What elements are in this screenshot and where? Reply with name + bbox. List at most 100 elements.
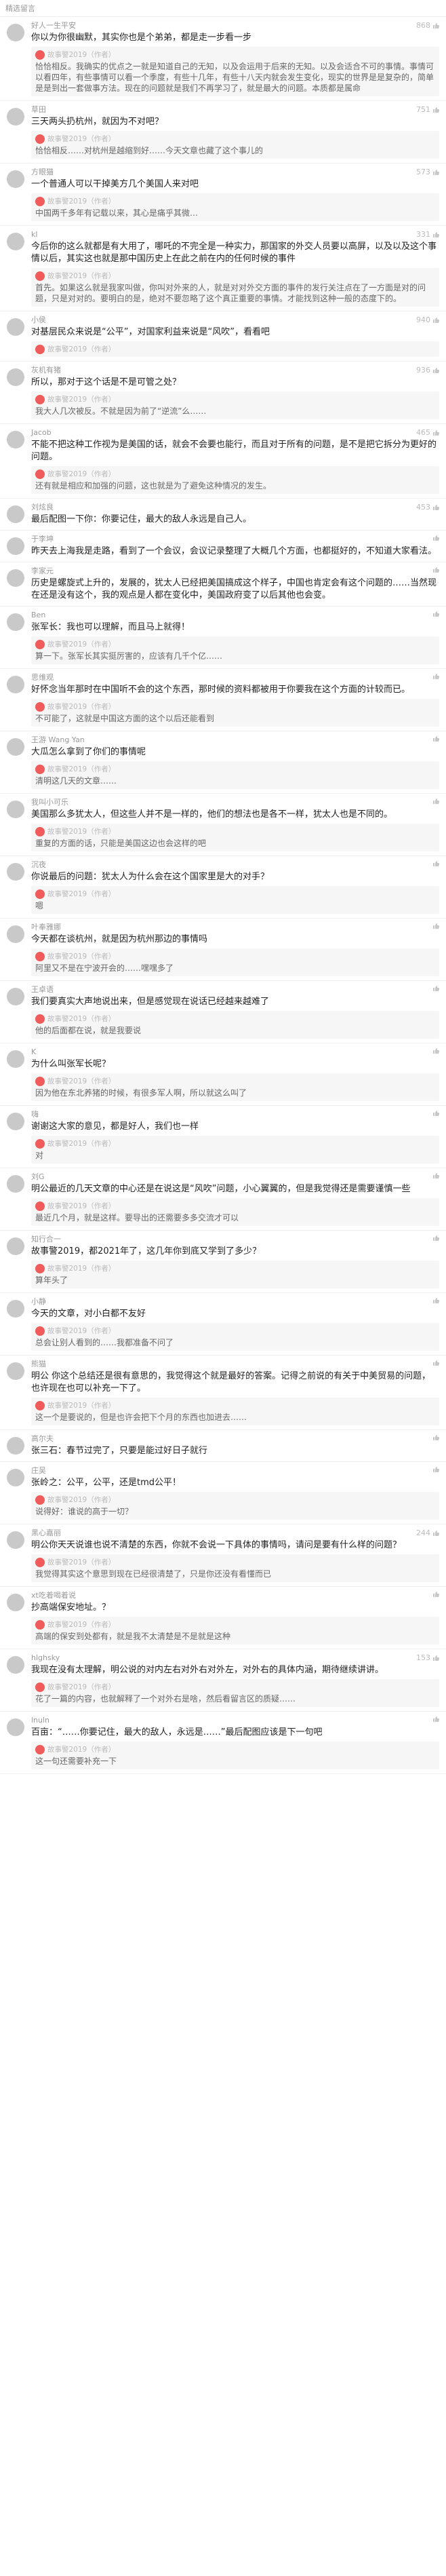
comment-author[interactable]: 我叫小可乐 — [31, 798, 439, 807]
comment-author[interactable]: 草田 — [31, 105, 439, 115]
like-button[interactable]: 465 — [416, 428, 439, 437]
avatar[interactable] — [7, 925, 24, 943]
avatar[interactable] — [7, 368, 24, 386]
comment-author[interactable]: 李家元 — [31, 566, 439, 576]
avatar[interactable] — [7, 318, 24, 336]
avatar[interactable] — [7, 1594, 24, 1611]
avatar[interactable] — [7, 988, 24, 1005]
comment-author[interactable]: 好人一生平安 — [31, 21, 439, 31]
reply-text: 我觉得其实这个意思到现在已经很清楚了，只是你还没有看懂而已 — [35, 1569, 272, 1579]
comment-author[interactable]: 王卓语 — [31, 985, 439, 995]
like-button[interactable] — [430, 985, 439, 992]
avatar[interactable] — [7, 613, 24, 631]
comment-author[interactable]: 王游 Wang Yan — [31, 735, 439, 745]
reply-text: 还有就是相应和加强的问题，这也就是为了避免这种情况的发生。 — [35, 481, 272, 491]
comment-author[interactable]: 思维观 — [31, 673, 439, 683]
comment-author[interactable]: 叶奉雅娜 — [31, 923, 439, 932]
avatar[interactable] — [7, 431, 24, 448]
like-button[interactable] — [430, 1172, 439, 1179]
author-reply: 故事警2019（作者） 中国两千多年有记载以来，其心是痛乎其微… — [31, 193, 439, 221]
like-button[interactable] — [430, 1297, 439, 1304]
avatar[interactable] — [7, 233, 24, 250]
comment-author[interactable]: 刘G — [31, 1172, 439, 1182]
avatar[interactable] — [7, 1469, 24, 1486]
comment-author[interactable]: 小静 — [31, 1297, 439, 1307]
author-reply: 故事警2019（作者） 算一下。张军长其实挺厉害的，应该有几千个亿…… — [31, 636, 439, 664]
reply-author-row: 故事警2019（作者） — [35, 1201, 435, 1211]
avatar[interactable] — [7, 170, 24, 188]
like-button[interactable] — [430, 535, 439, 541]
comment-author[interactable]: kl — [31, 230, 439, 239]
comment-author[interactable]: 刘炫良 — [31, 503, 439, 512]
comment-item: 知行合一 故事警2019，都2021年了，这几年你到底又学到了多少？ 故事警2019… — [0, 1231, 446, 1293]
comment-author[interactable]: 熊猫 — [31, 1360, 439, 1369]
avatar[interactable] — [7, 801, 24, 818]
like-button[interactable]: 868 — [416, 21, 439, 30]
like-button[interactable]: 244 — [416, 1529, 439, 1537]
avatar[interactable] — [7, 676, 24, 693]
comment-author[interactable]: 高尔夫 — [31, 1434, 439, 1444]
reply-avatar — [35, 1201, 45, 1211]
like-button[interactable] — [430, 611, 439, 617]
avatar[interactable] — [7, 1362, 24, 1380]
comment-author[interactable]: 小侯 — [31, 315, 439, 325]
avatar[interactable] — [7, 863, 24, 881]
like-button[interactable] — [430, 860, 439, 867]
comment-author[interactable]: 灰机有猪 — [31, 366, 439, 375]
like-button[interactable]: 751 — [416, 105, 439, 114]
avatar[interactable] — [7, 1113, 24, 1130]
comment-author[interactable]: 嗨 — [31, 1110, 439, 1119]
like-button[interactable] — [430, 1360, 439, 1366]
reply-avatar — [35, 1138, 45, 1149]
like-button[interactable]: 936 — [416, 366, 439, 374]
comment-author[interactable]: hlghsky — [31, 1653, 439, 1663]
avatar[interactable] — [7, 537, 24, 555]
like-button[interactable] — [430, 566, 439, 573]
comment-author[interactable]: lnuln — [31, 1716, 439, 1725]
avatar[interactable] — [7, 1050, 24, 1068]
like-button[interactable] — [430, 1110, 439, 1117]
avatar[interactable] — [7, 1718, 24, 1736]
avatar[interactable] — [7, 1237, 24, 1255]
avatar[interactable] — [7, 1175, 24, 1193]
reply-author-row: 故事警2019（作者） — [35, 951, 435, 961]
comment-author[interactable]: Jacob — [31, 428, 439, 438]
avatar[interactable] — [7, 24, 24, 41]
avatar[interactable] — [7, 569, 24, 587]
like-button[interactable] — [430, 1466, 439, 1473]
comment-author[interactable]: Ben — [31, 611, 439, 620]
avatar[interactable] — [7, 1300, 24, 1318]
comment-text: 张军长：我也可以理解，而且马上就得！ — [31, 622, 190, 632]
like-button[interactable] — [430, 1434, 439, 1441]
like-button[interactable]: 573 — [416, 168, 439, 176]
like-button[interactable]: 153 — [416, 1653, 439, 1662]
reply-avatar — [35, 1326, 45, 1336]
like-button[interactable] — [430, 673, 439, 680]
reply-author: 故事警2019（作者） — [47, 953, 116, 961]
like-button[interactable]: 453 — [416, 503, 439, 512]
like-button[interactable] — [430, 1047, 439, 1054]
like-button[interactable] — [430, 923, 439, 929]
comment-author[interactable]: 黑心嘉丽 — [31, 1529, 439, 1538]
avatar[interactable] — [7, 1437, 24, 1455]
comment-author[interactable]: 方眼猫 — [31, 168, 439, 177]
like-button[interactable] — [430, 1716, 439, 1723]
author-reply: 故事警2019（作者） 还有就是相应和加强的问题，这也就是为了避免这种情况的发生。 — [31, 466, 439, 494]
like-button[interactable] — [430, 1591, 439, 1598]
comment-author[interactable]: 于李坤 — [31, 535, 439, 544]
like-button[interactable]: 940 — [416, 315, 439, 324]
avatar[interactable] — [7, 505, 24, 523]
comment-author[interactable]: 知行合一 — [31, 1235, 439, 1244]
avatar[interactable] — [7, 108, 24, 126]
like-button[interactable]: 331 — [416, 230, 439, 239]
avatar[interactable] — [7, 738, 24, 756]
like-button[interactable] — [430, 798, 439, 805]
like-button[interactable] — [430, 1235, 439, 1242]
avatar[interactable] — [7, 1531, 24, 1549]
like-button[interactable] — [430, 735, 439, 742]
comment-author[interactable]: 庄吴 — [31, 1466, 439, 1476]
avatar[interactable] — [7, 1656, 24, 1674]
comment-author[interactable]: xt吃着喝着说 — [31, 1591, 439, 1600]
comment-author[interactable]: K — [31, 1047, 439, 1057]
comment-author[interactable]: 沉夜 — [31, 860, 439, 870]
